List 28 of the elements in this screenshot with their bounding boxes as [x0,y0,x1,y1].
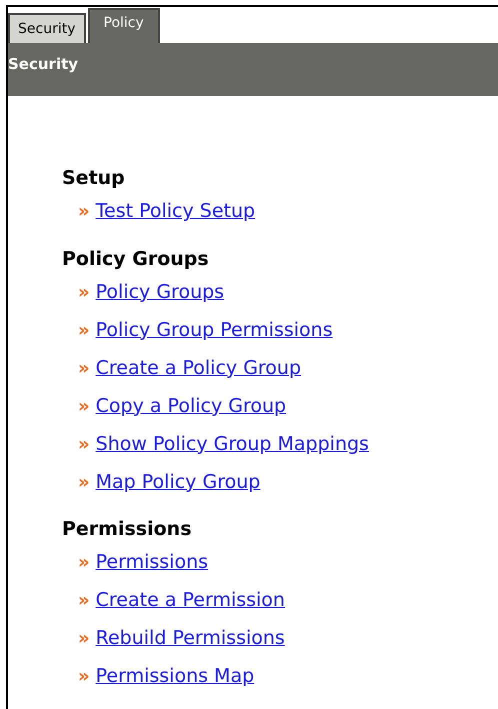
section-heading: Permissions [62,517,193,542]
section-heading: Setup [62,166,126,191]
chevron-icon: » [78,468,90,496]
chevron-icon: » [78,549,90,576]
nav-link[interactable]: Show Policy Group Mappings [96,430,369,458]
nav-link[interactable]: Create a Policy Group [96,354,302,382]
nav-link[interactable]: Create a Permission [96,586,285,615]
nav-link[interactable]: Test Policy Setup [96,197,256,226]
chevron-icon: » [78,663,90,690]
chevron-icon: » [78,198,90,225]
chevron-icon: » [78,392,90,420]
chevron-icon: » [78,587,90,614]
nav-link[interactable]: Policy Groups [96,278,224,306]
chevron-icon: » [78,354,90,382]
nav-link[interactable]: Rebuild Permissions [96,624,285,653]
nav-link[interactable]: Copy a Policy Group [96,392,286,420]
chevron-icon: » [78,625,90,652]
chevron-icon: » [78,430,90,458]
nav-link[interactable]: Policy Group Permissions [96,316,333,344]
chevron-icon: » [78,278,90,306]
chevron-icon: » [78,316,90,344]
header-title: Security [8,54,78,75]
nav-link[interactable]: Permissions Map [96,662,254,691]
section-heading: Policy Groups [62,246,210,272]
tab[interactable]: Security [8,13,86,43]
nav-link[interactable]: Map Policy Group [96,468,260,496]
tab[interactable]: Policy [88,8,160,43]
nav-link[interactable]: Permissions [96,548,208,577]
